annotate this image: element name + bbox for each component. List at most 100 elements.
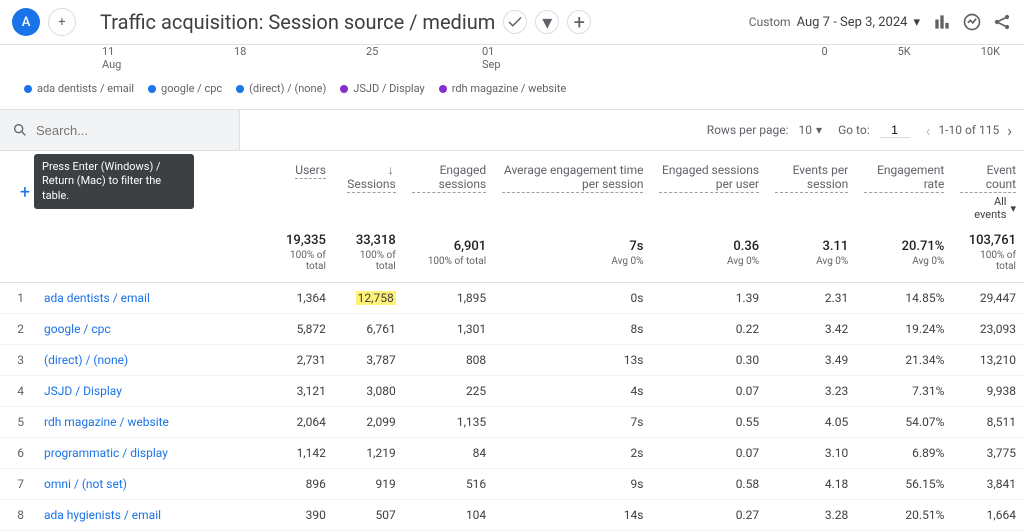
cell-engaged-sessions: 1,895 xyxy=(404,283,494,314)
cell-avg-engagement: 14s xyxy=(494,500,651,531)
cell-sessions: 2,099 xyxy=(334,407,404,438)
col-sessions[interactable]: ↓Sessions xyxy=(334,151,404,227)
col-engaged-per-user[interactable]: Engaged sessions per user xyxy=(651,151,767,227)
pager-prev-button[interactable]: ‹ xyxy=(926,121,931,140)
edit-title-button[interactable] xyxy=(503,10,527,34)
goto-input[interactable] xyxy=(880,123,910,138)
col-engaged-sessions[interactable]: Engaged sessions xyxy=(404,151,494,227)
table-row[interactable]: 2google / cpc5,8726,7611,3018s0.223.4219… xyxy=(0,314,1024,345)
row-dimension[interactable]: ada hygienists / email xyxy=(28,500,268,531)
cell-avg-engagement: 4s xyxy=(494,376,651,407)
cell-sessions: 3,787 xyxy=(334,345,404,376)
row-index: 2 xyxy=(0,314,28,345)
row-index: 8 xyxy=(0,500,28,531)
cell-engaged-sessions: 104 xyxy=(404,500,494,531)
legend-dot-icon xyxy=(24,85,32,93)
row-dimension[interactable]: ada dentists / email xyxy=(28,283,268,314)
legend-dot-icon xyxy=(236,85,244,93)
pager-next-button[interactable]: › xyxy=(1007,121,1012,140)
cell-avg-engagement: 9s xyxy=(494,469,651,500)
search-input[interactable] xyxy=(36,123,227,138)
col-engagement-rate[interactable]: Engagement rate xyxy=(856,151,952,227)
cell-users: 2,064 xyxy=(268,407,334,438)
filter-tooltip: Press Enter (Windows) / Return (Mac) to … xyxy=(34,154,194,209)
cell-engagement-rate: 6.89% xyxy=(856,438,952,469)
row-index: 6 xyxy=(0,438,28,469)
table-row[interactable]: 6programmatic / display1,1421,219842s0.0… xyxy=(0,438,1024,469)
cell-engagement-rate: 54.07% xyxy=(856,407,952,438)
cell-avg-engagement: 2s xyxy=(494,438,651,469)
row-dimension[interactable]: (direct) / (none) xyxy=(28,345,268,376)
add-tab-button[interactable]: + xyxy=(48,8,76,36)
cell-sessions: 1,219 xyxy=(334,438,404,469)
legend-item[interactable]: rdh magazine / website xyxy=(439,82,567,95)
cell-engagement-rate: 7.31% xyxy=(856,376,952,407)
table-row[interactable]: 3(direct) / (none)2,7313,78780813s0.303.… xyxy=(0,345,1024,376)
table-row[interactable]: 4JSJD / Display3,1213,0802254s0.073.237.… xyxy=(0,376,1024,407)
share-icon[interactable] xyxy=(992,12,1012,32)
rows-per-page-select[interactable]: 10 ▾ xyxy=(799,123,823,137)
avatar[interactable]: A xyxy=(12,8,40,36)
y-tick: 5K xyxy=(898,45,911,58)
legend-label: (direct) / (none) xyxy=(249,82,326,95)
cell-users: 390 xyxy=(268,500,334,531)
cell-engaged-per-user: 0.22 xyxy=(651,314,767,345)
cell-sessions: 12,758 xyxy=(334,283,404,314)
legend-item[interactable]: JSJD / Display xyxy=(340,82,424,95)
event-filter-dropdown[interactable]: All events▾ xyxy=(960,195,1016,221)
cell-event-count: 8,511 xyxy=(952,407,1024,438)
row-dimension[interactable]: JSJD / Display xyxy=(28,376,268,407)
cell-sessions: 507 xyxy=(334,500,404,531)
col-events-per-session[interactable]: Events per session xyxy=(767,151,856,227)
legend-item[interactable]: google / cpc xyxy=(148,82,222,95)
cell-events-per-session: 2.31 xyxy=(767,283,856,314)
legend-item[interactable]: (direct) / (none) xyxy=(236,82,326,95)
cell-engaged-per-user: 0.07 xyxy=(651,438,767,469)
row-dimension[interactable]: omni / (not set) xyxy=(28,469,268,500)
legend-label: google / cpc xyxy=(161,82,222,95)
col-users[interactable]: Users xyxy=(268,151,334,227)
date-range-picker[interactable]: Custom Aug 7 - Sep 3, 2024 ▾ xyxy=(749,15,920,30)
col-event-count[interactable]: Event count All events▾ xyxy=(952,151,1024,227)
legend-dot-icon xyxy=(340,85,348,93)
goto-label: Go to: xyxy=(838,123,870,137)
add-dimension-button[interactable]: + xyxy=(16,182,34,203)
legend-item[interactable]: ada dentists / email xyxy=(24,82,134,95)
bar-chart-icon[interactable] xyxy=(932,12,952,32)
table-row[interactable]: 5rdh magazine / website2,0642,0991,1357s… xyxy=(0,407,1024,438)
row-dimension[interactable]: rdh magazine / website xyxy=(28,407,268,438)
cell-users: 896 xyxy=(268,469,334,500)
table-row[interactable]: 1ada dentists / email1,36412,7581,8950s1… xyxy=(0,283,1024,314)
table-row[interactable]: 7omni / (not set)8969195169s0.584.1856.1… xyxy=(0,469,1024,500)
cell-avg-engagement: 0s xyxy=(494,283,651,314)
legend-dot-icon xyxy=(439,85,447,93)
row-dimension[interactable]: programmatic / display xyxy=(28,438,268,469)
col-avg-engagement[interactable]: Average engagement time per session xyxy=(494,151,651,227)
cell-engagement-rate: 20.51% xyxy=(856,500,952,531)
cell-engagement-rate: 14.85% xyxy=(856,283,952,314)
cell-engagement-rate: 19.24% xyxy=(856,314,952,345)
cell-sessions: 3,080 xyxy=(334,376,404,407)
cell-events-per-session: 3.23 xyxy=(767,376,856,407)
dropdown-title-button[interactable]: ▾ xyxy=(535,10,559,34)
insights-icon[interactable] xyxy=(962,12,982,32)
legend-label: ada dentists / email xyxy=(37,82,134,95)
cell-event-count: 29,447 xyxy=(952,283,1024,314)
cell-events-per-session: 3.28 xyxy=(767,500,856,531)
chevron-down-icon: ▾ xyxy=(1010,202,1016,215)
legend-label: JSJD / Display xyxy=(353,82,424,95)
cell-users: 5,872 xyxy=(268,314,334,345)
search-box[interactable]: Press Enter (Windows) / Return (Mac) to … xyxy=(0,110,240,150)
table-row[interactable]: 8ada hygienists / email39050710414s0.273… xyxy=(0,500,1024,531)
cell-engaged-sessions: 1,301 xyxy=(404,314,494,345)
cell-event-count: 3,841 xyxy=(952,469,1024,500)
legend-dot-icon xyxy=(148,85,156,93)
cell-event-count: 23,093 xyxy=(952,314,1024,345)
cell-sessions: 6,761 xyxy=(334,314,404,345)
row-index: 4 xyxy=(0,376,28,407)
cell-avg-engagement: 7s xyxy=(494,407,651,438)
cell-engagement-rate: 56.15% xyxy=(856,469,952,500)
row-dimension[interactable]: google / cpc xyxy=(28,314,268,345)
cell-events-per-session: 3.49 xyxy=(767,345,856,376)
add-comparison-button[interactable]: + xyxy=(567,10,591,34)
